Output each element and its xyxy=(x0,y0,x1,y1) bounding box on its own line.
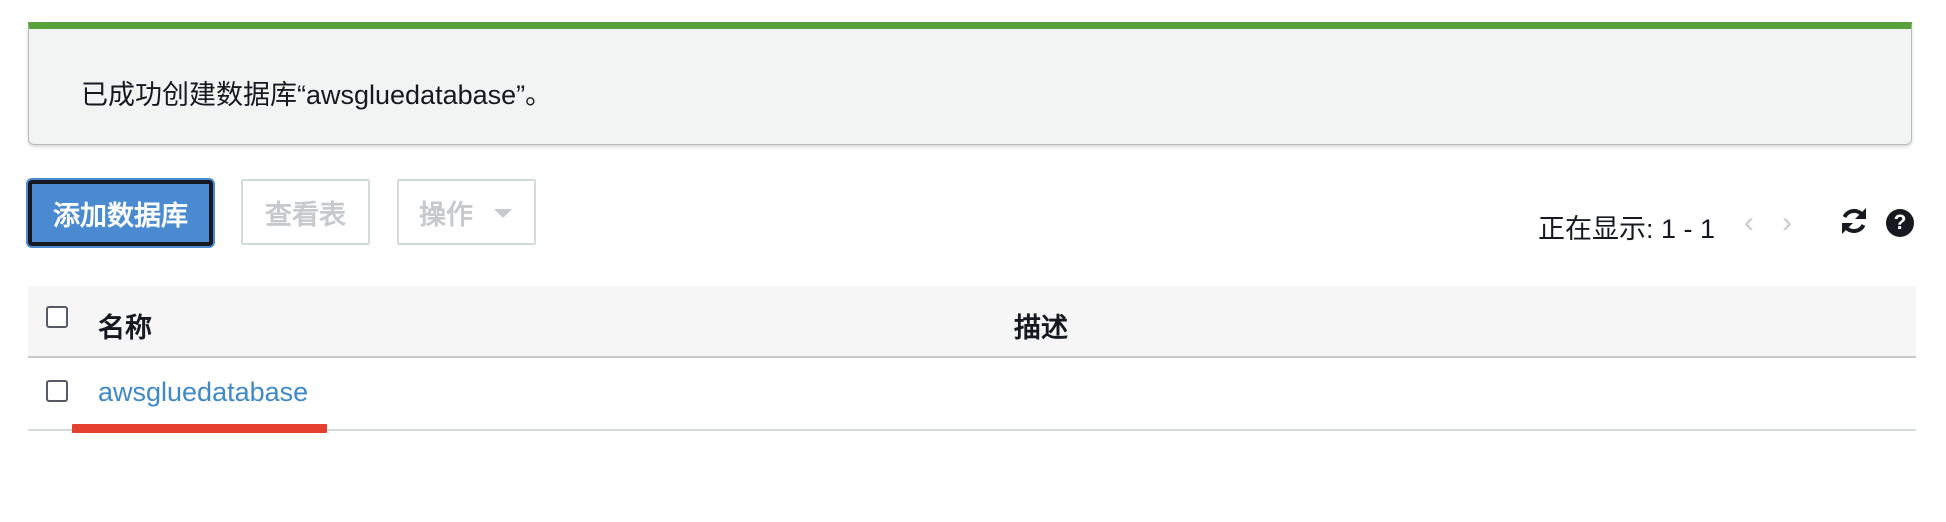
success-message: 已成功创建数据库“awsgluedatabase”。 xyxy=(81,80,553,110)
row-checkbox[interactable] xyxy=(46,380,68,402)
database-name-link[interactable]: awsgluedatabase xyxy=(98,377,308,408)
table-header: 名称 描述 xyxy=(28,286,1916,358)
refresh-icon[interactable] xyxy=(1838,205,1870,237)
actions-label: 操作 xyxy=(419,199,473,230)
chevron-down-icon xyxy=(494,209,512,218)
select-all-checkbox[interactable] xyxy=(46,306,68,328)
chevron-right-icon[interactable]: › xyxy=(1782,208,1792,238)
column-header-description[interactable]: 描述 xyxy=(1014,306,1068,345)
help-glyph: ? xyxy=(1893,211,1907,234)
view-tables-button[interactable]: 查看表 xyxy=(241,179,370,245)
actions-dropdown[interactable]: 操作 xyxy=(397,179,536,245)
table-row: awsgluedatabase xyxy=(28,358,1916,431)
success-flash-banner: 已成功创建数据库“awsgluedatabase”。 xyxy=(28,22,1912,145)
add-database-button[interactable]: 添加数据库 xyxy=(28,180,213,246)
column-header-name[interactable]: 名称 xyxy=(98,306,152,345)
help-icon[interactable]: ? xyxy=(1886,209,1914,237)
annotation-underline xyxy=(72,424,327,433)
pagination-status: 正在显示: 1 - 1 xyxy=(1538,214,1716,244)
chevron-left-icon[interactable]: ‹ xyxy=(1744,208,1754,238)
